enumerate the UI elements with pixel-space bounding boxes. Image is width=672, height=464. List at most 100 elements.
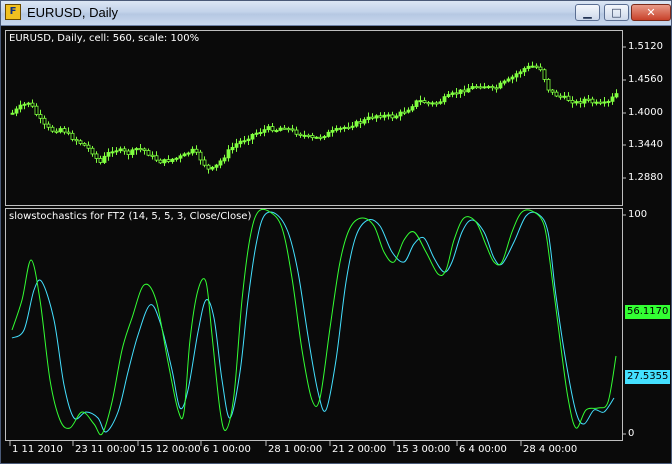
candle-body bbox=[454, 92, 459, 95]
candle-body bbox=[106, 152, 111, 157]
candle-body bbox=[314, 136, 319, 139]
candle-body bbox=[234, 143, 239, 148]
candle-body bbox=[334, 128, 339, 131]
candle-body bbox=[262, 129, 267, 133]
date-label: 21 2 00:00 bbox=[332, 444, 387, 455]
candle-body bbox=[410, 106, 415, 111]
candle-body bbox=[294, 129, 299, 135]
candle-body bbox=[178, 155, 183, 159]
candle-body bbox=[406, 109, 411, 113]
candle-body bbox=[182, 153, 187, 157]
candle-body bbox=[442, 96, 447, 103]
candle-body bbox=[50, 126, 55, 132]
candle-body bbox=[470, 86, 475, 90]
candle-body bbox=[86, 144, 91, 149]
stoch-scale-label: 0 bbox=[628, 428, 635, 439]
candle-body bbox=[302, 134, 307, 137]
candle-body bbox=[430, 102, 435, 105]
candle-body bbox=[526, 65, 531, 69]
candle-body bbox=[562, 95, 567, 98]
candle-body bbox=[478, 86, 483, 89]
candle-body bbox=[498, 82, 503, 89]
candle-body bbox=[418, 100, 423, 103]
candle-body bbox=[62, 128, 67, 133]
candle-body bbox=[570, 100, 575, 104]
candle-body bbox=[122, 148, 127, 152]
candle-body bbox=[614, 93, 619, 98]
candle-body bbox=[578, 101, 583, 104]
candle-body bbox=[322, 136, 327, 139]
candle-body bbox=[198, 151, 203, 161]
candle-body bbox=[502, 80, 507, 84]
candle-body bbox=[34, 105, 39, 115]
signal-line bbox=[11, 211, 615, 433]
candle-body bbox=[342, 126, 347, 129]
signal-value-badge: 27.5355 bbox=[625, 370, 671, 384]
candle-body bbox=[274, 130, 279, 133]
candle-body bbox=[206, 164, 211, 170]
candle-body bbox=[594, 101, 599, 104]
candle-body bbox=[426, 102, 431, 105]
candle-body bbox=[14, 108, 19, 114]
candle-body bbox=[286, 128, 291, 131]
candle-body bbox=[78, 140, 83, 144]
candle-body bbox=[82, 143, 87, 146]
candle-body bbox=[350, 125, 355, 128]
candle-body bbox=[278, 127, 283, 131]
candle-body bbox=[282, 127, 287, 130]
candle-body bbox=[458, 89, 463, 94]
candle-body bbox=[110, 151, 115, 154]
candle-body bbox=[358, 121, 363, 124]
candle-body bbox=[482, 86, 487, 89]
candle-body bbox=[574, 101, 579, 104]
candle-body bbox=[210, 166, 215, 170]
candlestick-series bbox=[10, 61, 619, 174]
candle-body bbox=[550, 89, 555, 93]
candle-body bbox=[166, 159, 171, 162]
candle-body bbox=[450, 92, 455, 95]
candle-body bbox=[218, 160, 223, 166]
price-scale-label: 1.4560 bbox=[628, 74, 663, 85]
candle-body bbox=[158, 159, 163, 164]
candle-body bbox=[370, 116, 375, 119]
candle-body bbox=[42, 117, 47, 125]
candle-body bbox=[398, 111, 403, 117]
candle-body bbox=[238, 140, 243, 145]
stoch-scale-label: 100 bbox=[628, 209, 648, 220]
date-label: 1 11 2010 bbox=[12, 444, 63, 455]
candle-body bbox=[298, 133, 303, 136]
candle-body bbox=[438, 101, 443, 104]
candle-body bbox=[270, 126, 275, 132]
candle-body bbox=[202, 159, 207, 166]
candle-body bbox=[230, 146, 235, 151]
candle-body bbox=[374, 115, 379, 119]
candle-body bbox=[310, 135, 315, 139]
candle-body bbox=[326, 131, 331, 137]
candle-body bbox=[70, 132, 75, 140]
candle-body bbox=[434, 102, 439, 105]
candle-body bbox=[254, 132, 259, 135]
price-scale-label: 1.4000 bbox=[628, 107, 663, 118]
candle-body bbox=[154, 155, 159, 161]
candle-body bbox=[26, 102, 31, 105]
candle-body bbox=[146, 150, 151, 156]
candle-body bbox=[554, 91, 559, 97]
candle-body bbox=[610, 96, 615, 102]
candle-body bbox=[214, 164, 219, 168]
chart-canvas[interactable] bbox=[0, 0, 672, 464]
candle-body bbox=[150, 154, 155, 157]
candle-body bbox=[506, 78, 511, 82]
date-label: 6 1 00:00 bbox=[203, 444, 251, 455]
candle-body bbox=[538, 66, 543, 71]
candle-body bbox=[18, 104, 23, 110]
candle-body bbox=[306, 134, 311, 137]
candle-body bbox=[58, 128, 63, 133]
candle-body bbox=[518, 71, 523, 75]
candle-body bbox=[586, 98, 591, 101]
candle-body bbox=[142, 148, 147, 151]
price-pane-frame bbox=[5, 30, 623, 206]
candle-body bbox=[510, 76, 515, 80]
candle-body bbox=[66, 131, 71, 134]
candle-body bbox=[546, 79, 551, 91]
candle-body bbox=[566, 95, 571, 101]
